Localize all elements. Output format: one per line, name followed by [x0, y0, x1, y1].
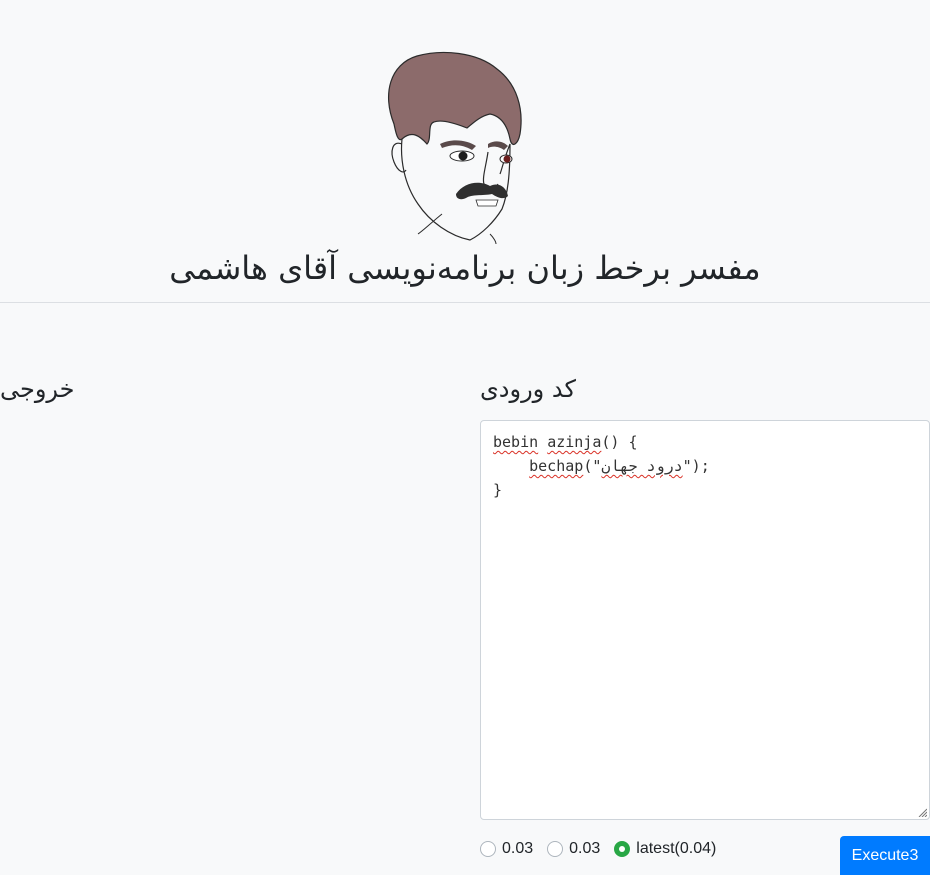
page-header: مفسر برخط زبان برنامه‌نویسی آقای هاشمی: [0, 0, 930, 303]
code-line: bebin azinja() {: [493, 433, 638, 451]
page-title: مفسر برخط زبان برنامه‌نویسی آقای هاشمی: [169, 249, 761, 287]
code-line: }: [493, 481, 503, 499]
logo-icon: [387, 51, 522, 244]
code-input[interactable]: bebin azinja() { bechap("درود جهان");}: [480, 420, 930, 820]
code-line: bechap("درود جهان");: [529, 457, 710, 475]
radio-button[interactable]: [547, 841, 564, 857]
input-heading: کد ورودی: [480, 375, 576, 403]
radio-button[interactable]: [614, 841, 631, 857]
radio-button[interactable]: [480, 841, 496, 857]
resize-grip-icon[interactable]: [917, 807, 927, 817]
output-heading: خروجی: [0, 375, 75, 403]
version-selector: 0.03 0.03 latest(0.04): [480, 838, 730, 860]
version-label: 0.03: [569, 840, 601, 857]
version-option-latest[interactable]: latest(0.04): [614, 840, 716, 858]
version-label: 0.03: [502, 840, 534, 857]
version-label: latest(0.04): [636, 840, 717, 857]
version-option-1[interactable]: 0.03: [480, 840, 533, 858]
version-option-2[interactable]: 0.03: [547, 840, 600, 858]
execute-button[interactable]: Execute3: [840, 836, 930, 875]
